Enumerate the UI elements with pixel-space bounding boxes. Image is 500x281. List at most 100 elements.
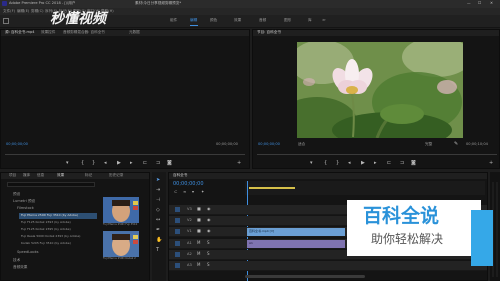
razor-tool-icon[interactable]: ◇ (156, 208, 160, 213)
preset-thumbnail-2[interactable] (103, 231, 139, 257)
wrench-icon[interactable]: ✎ (454, 142, 458, 147)
workspace-libraries[interactable]: 库 (308, 18, 312, 23)
program-play-icon[interactable]: ▶ (361, 161, 365, 166)
program-playhead-bar[interactable] (257, 154, 497, 155)
pen-tool-icon[interactable]: ✒ (156, 228, 160, 233)
list-item[interactable]: SpeedLooks (17, 250, 39, 255)
audio-clip[interactable]: A1 (247, 240, 345, 248)
lift-icon[interactable]: ⊏ (387, 161, 391, 166)
quality-dropdown[interactable]: 完整 (425, 142, 432, 147)
selection-tool-icon[interactable]: ➤ (156, 178, 160, 183)
track-target-a3[interactable] (175, 263, 180, 268)
program-out-point-icon[interactable]: } (336, 161, 339, 166)
camera-icon[interactable]: ◙ (167, 161, 172, 166)
tab-source[interactable]: 源: 百科全书.mp4 (5, 30, 35, 35)
menu-clip[interactable]: 剪辑(C) (31, 9, 44, 14)
mute-icon[interactable]: M (197, 263, 200, 267)
track-target-a2[interactable] (175, 252, 180, 257)
list-item[interactable]: Filmstock (17, 206, 34, 211)
extract-icon[interactable]: ⊐ (400, 161, 404, 166)
slip-tool-icon[interactable]: ↔ (156, 218, 160, 223)
lock-icon[interactable]: ■ (197, 218, 201, 222)
tab-timeline-sequence[interactable]: 百科全书 (173, 173, 187, 178)
tab-program[interactable]: 节目: 百科全书 (257, 30, 281, 35)
workspace-audio[interactable]: 音频 (259, 18, 266, 23)
tab-media[interactable]: 媒体 (23, 173, 30, 178)
solo-icon[interactable]: S (207, 263, 210, 267)
tab-metadata[interactable]: 元数据 (129, 30, 140, 35)
program-step-forward-icon[interactable]: ▸ (374, 161, 377, 166)
timeline-scrollbar[interactable] (245, 275, 365, 278)
tab-markers[interactable]: 标记 (85, 173, 92, 178)
lock-icon[interactable]: ■ (197, 207, 201, 211)
eye-icon[interactable]: ◉ (207, 218, 211, 222)
out-point-icon[interactable]: } (92, 161, 95, 166)
list-item[interactable]: Lumetri 预设 (13, 199, 35, 204)
tab-audio-clip-mixer[interactable]: 音频剪辑混合器: 百科全书 (63, 30, 105, 35)
list-item[interactable]: 技术 (13, 258, 20, 263)
eye-icon[interactable]: ◉ (207, 229, 211, 233)
tab-effects[interactable]: 效果 (57, 173, 64, 178)
mute-icon[interactable]: M (197, 252, 200, 256)
list-item[interactable]: Fuji Reala 500D Kodak 2393 (by Adobe) (21, 235, 80, 238)
overwrite-icon[interactable]: ⊐ (156, 161, 160, 166)
list-item[interactable]: 音频效果 (13, 265, 27, 270)
list-item[interactable]: Fuji Eterna 250D Fuji 3510 (by Adobe) (21, 214, 78, 217)
maximize-button[interactable]: ☐ (478, 1, 481, 6)
close-button[interactable]: ✕ (490, 1, 493, 6)
list-item[interactable]: Fuji F125 Kodak 2395 (by Adobe) (21, 228, 71, 231)
source-playhead-bar[interactable] (5, 154, 245, 155)
ripple-edit-tool-icon[interactable]: ⊣ (156, 198, 160, 203)
effects-search-input[interactable] (7, 182, 95, 187)
video-clip[interactable]: 百科全书.mp4 [V] (247, 228, 345, 236)
menu-edit[interactable]: 编辑(E) (17, 9, 29, 14)
home-icon[interactable] (3, 18, 9, 24)
eye-icon[interactable]: ◉ (207, 207, 211, 211)
track-target-v1[interactable] (175, 229, 180, 234)
minimize-button[interactable]: — (467, 1, 471, 6)
menu-file[interactable]: 文件(F) (3, 9, 15, 14)
tab-effect-controls[interactable]: 效果控件 (41, 30, 55, 35)
track-target-v2[interactable] (175, 218, 180, 223)
workspace-color[interactable]: 颜色 (210, 18, 217, 23)
tab-info[interactable]: 信息 (37, 173, 44, 178)
list-item[interactable]: Kodak 5205 Fuji 3510 (by Adobe) (21, 242, 71, 245)
preset-thumbnail-1[interactable] (103, 197, 139, 223)
solo-icon[interactable]: S (207, 241, 210, 245)
timeline-ruler[interactable] (245, 181, 485, 281)
step-forward-icon[interactable]: ▸ (130, 161, 133, 166)
hand-tool-icon[interactable]: ✋ (156, 238, 162, 243)
add-marker-icon[interactable]: ▾ (192, 190, 194, 194)
program-camera-icon[interactable]: ◙ (411, 161, 416, 166)
lock-icon[interactable]: ■ (197, 229, 201, 233)
workspace-graphics[interactable]: 图形 (284, 18, 291, 23)
timeline-settings-icon[interactable]: ✦ (201, 190, 204, 194)
step-back-icon[interactable]: ◂ (104, 161, 107, 166)
linked-selection-icon[interactable]: ∞ (183, 190, 186, 194)
fit-dropdown[interactable]: 适合 (298, 142, 305, 147)
track-target-a1[interactable] (175, 241, 180, 246)
program-add-icon[interactable]: + (489, 161, 493, 166)
in-point-icon[interactable]: { (81, 161, 84, 166)
program-timecode-left[interactable]: 00;00;00;00 (258, 142, 280, 147)
list-item[interactable]: Fuji F125 Kodak 2393 (by Adobe) (21, 221, 71, 224)
solo-icon[interactable]: S (207, 252, 210, 256)
track-target-v3[interactable] (175, 207, 180, 212)
mute-icon[interactable]: M (197, 241, 200, 245)
insert-icon[interactable]: ⊏ (143, 161, 147, 166)
tab-project[interactable]: 项目 (9, 173, 16, 178)
workspace-assembly[interactable]: 组件 (170, 18, 177, 23)
program-marker-icon[interactable]: ▾ (310, 161, 313, 166)
type-tool-icon[interactable]: T (156, 248, 159, 253)
list-item[interactable]: 预设 (13, 192, 20, 197)
program-step-back-icon[interactable]: ◂ (348, 161, 351, 166)
workspace-effects[interactable]: 效果 (234, 18, 241, 23)
program-in-point-icon[interactable]: { (324, 161, 327, 166)
source-add-icon[interactable]: + (237, 161, 241, 166)
track-select-tool-icon[interactable]: ⇥ (156, 188, 160, 193)
snap-icon[interactable]: ⊂ (174, 190, 177, 194)
work-area-bar[interactable] (249, 187, 295, 189)
marker-icon[interactable]: ▾ (66, 161, 69, 166)
workspace-more[interactable]: ≫ (322, 18, 326, 23)
source-timecode-left[interactable]: 00;00;00;00 (6, 142, 28, 147)
